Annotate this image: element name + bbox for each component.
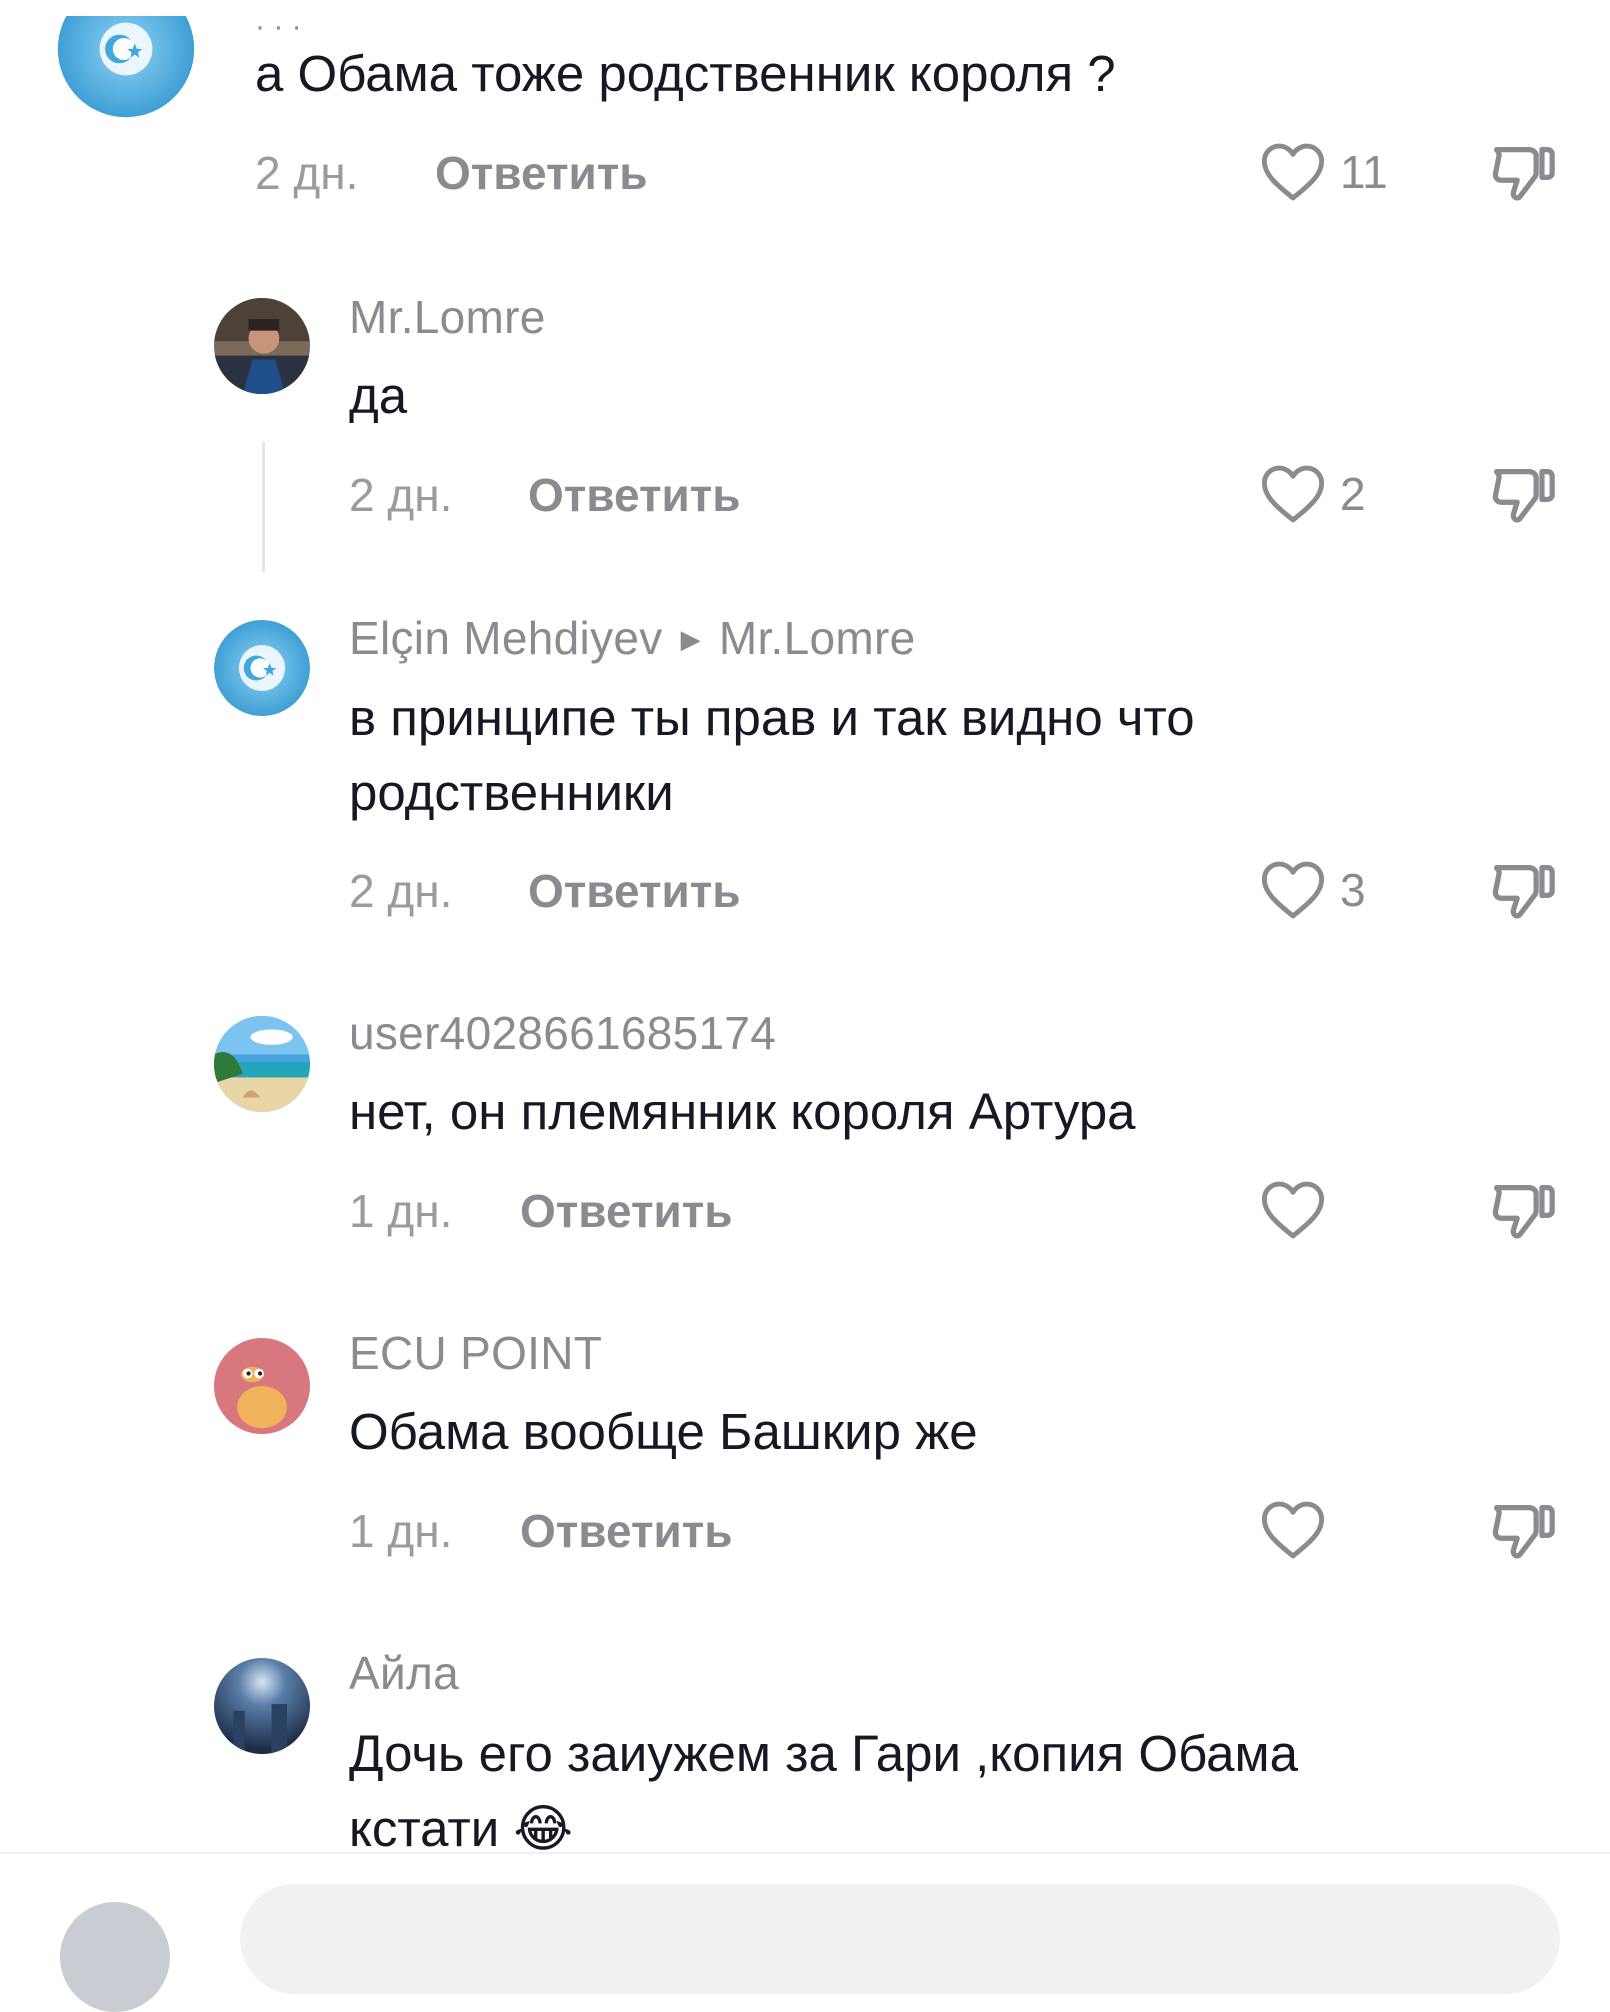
- username-link[interactable]: Elçin Mehdiyev: [349, 612, 663, 664]
- night-avatar-image: [214, 1658, 310, 1754]
- avatar-beach[interactable]: [214, 1016, 310, 1112]
- thumbs-down-outline-icon: [1492, 1505, 1555, 1559]
- flag-avatar-image: [57, 16, 195, 118]
- like-count: 11: [1340, 146, 1388, 198]
- comment-text: да: [349, 367, 408, 424]
- flag-avatar-image: [214, 620, 310, 716]
- like-button[interactable]: [1260, 1180, 1340, 1240]
- thumbs-down-outline-icon: [1492, 469, 1555, 523]
- play-triangle-icon: ▶: [680, 624, 701, 654]
- like-button[interactable]: [1260, 1500, 1340, 1560]
- comment-input[interactable]: [240, 1884, 1560, 1994]
- beach-avatar-image: [214, 1016, 310, 1112]
- thumbs-down-outline-icon: [1492, 865, 1555, 919]
- dislike-button[interactable]: [1488, 1176, 1558, 1246]
- cartoon-avatar-image: [214, 1338, 310, 1434]
- comment-time: 2 дн.: [255, 147, 359, 199]
- like-button[interactable]: 11: [1260, 142, 1388, 202]
- thread-line: [262, 442, 265, 572]
- username[interactable]: Айла: [349, 1646, 459, 1700]
- avatar-man[interactable]: [214, 298, 310, 394]
- thumbs-down-outline-icon: [1492, 1185, 1555, 1239]
- like-count: 3: [1340, 864, 1366, 916]
- current-user-avatar[interactable]: [60, 1902, 170, 2012]
- divider: [0, 1852, 1610, 1854]
- like-count: 2: [1340, 468, 1366, 520]
- dislike-button[interactable]: [1488, 138, 1558, 208]
- heart-outline-icon: [1261, 143, 1325, 201]
- like-button[interactable]: 2: [1260, 464, 1366, 524]
- heart-outline-icon: [1261, 861, 1325, 919]
- dislike-button[interactable]: [1488, 460, 1558, 530]
- heart-outline-icon: [1261, 1181, 1325, 1239]
- comment-text: Дочь его заиужем за Гари ,копия Обама кс…: [349, 1725, 1298, 1857]
- comment-time: 1 дн.: [349, 1185, 453, 1237]
- username[interactable]: Mr.Lomre: [349, 290, 546, 344]
- dislike-button[interactable]: [1488, 1496, 1558, 1566]
- avatar-flag[interactable]: [54, 16, 198, 126]
- comment-text: Обама вообще Башкир же: [349, 1403, 978, 1460]
- username[interactable]: user4028661685174: [349, 1006, 776, 1060]
- heart-outline-icon: [1261, 1501, 1325, 1559]
- reply-button[interactable]: Ответить: [528, 864, 741, 918]
- thumbs-down-outline-icon: [1492, 147, 1555, 201]
- comment-time: 2 дн.: [349, 469, 453, 521]
- username[interactable]: ECU POINT: [349, 1326, 602, 1380]
- avatar-flag[interactable]: [214, 620, 310, 716]
- reply-button[interactable]: Ответить: [520, 1504, 733, 1558]
- dislike-button[interactable]: [1488, 856, 1558, 926]
- like-button[interactable]: 3: [1260, 860, 1366, 920]
- avatar-cartoon[interactable]: [214, 1338, 310, 1434]
- avatar-night[interactable]: [214, 1658, 310, 1754]
- reply-button[interactable]: Ответить: [435, 146, 648, 200]
- comment-text: в принципе ты прав и так видно что родст…: [349, 689, 1195, 821]
- comment-time: 1 дн.: [349, 1505, 453, 1557]
- comment-time: 2 дн.: [349, 865, 453, 917]
- username: Elçin Mehdiyev ▶ Mr.Lomre: [349, 611, 916, 665]
- reply-button[interactable]: Ответить: [528, 468, 741, 522]
- portrait-avatar-image: [214, 298, 310, 394]
- reply-button[interactable]: Ответить: [520, 1184, 733, 1238]
- comment-text: а Обама тоже родственник короля ?: [255, 45, 1116, 102]
- reply-to-username[interactable]: Mr.Lomre: [719, 612, 916, 664]
- comment-text: нет, он племянник короля Артура: [349, 1083, 1136, 1140]
- heart-outline-icon: [1261, 465, 1325, 523]
